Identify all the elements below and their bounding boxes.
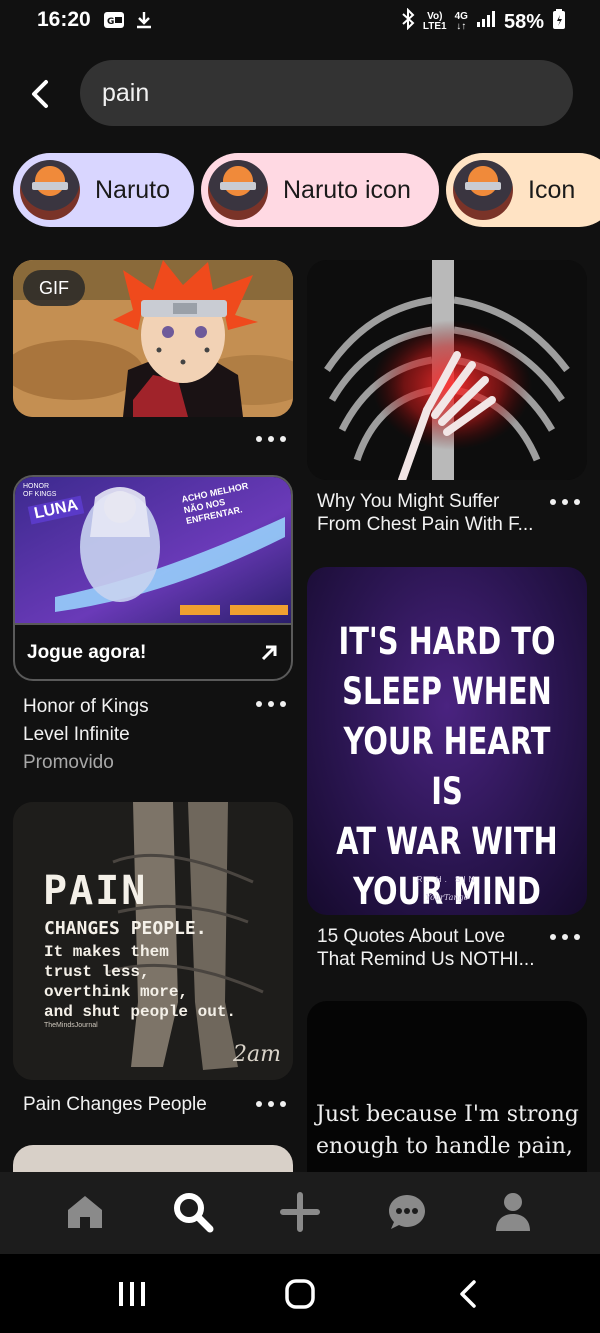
chip-thumbnail — [208, 160, 268, 220]
quote-title: 15 Quotes About Love That Remind Us NOTH… — [317, 926, 535, 970]
nav-search[interactable] — [169, 1188, 217, 1236]
volte-indicator: Vo) LTE1 — [422, 11, 447, 32]
home-button[interactable] — [278, 1272, 322, 1316]
quote-author: R. H. SIN — [416, 875, 478, 884]
signal-icon — [476, 10, 496, 34]
recent-apps-icon — [119, 1282, 145, 1306]
chat-bubble-icon — [389, 1195, 425, 1229]
nav-home[interactable] — [61, 1188, 109, 1236]
pin-pain-changes-people[interactable]: PAIN CHANGES PEOPLE. It makes them trust… — [13, 802, 293, 1080]
pain-body: It makes them trust less, overthink more… — [44, 943, 237, 1021]
pain-heading: PAIN — [43, 868, 148, 914]
more-options-icon[interactable] — [256, 1099, 286, 1109]
chip-label: Naruto icon — [283, 175, 411, 204]
status-time: 16:20 — [37, 8, 91, 31]
status-bar: 16:20 G Vo) LTE1 4G ↓↑ 58% — [0, 0, 600, 44]
ad-advertiser[interactable]: Level Infinite — [23, 723, 130, 746]
pin-image — [307, 260, 587, 480]
battery-percentage: 58% — [503, 10, 544, 33]
chip-naruto-icon[interactable]: Naruto icon — [201, 153, 439, 227]
pin-gif-naruto[interactable]: GIF — [13, 260, 293, 417]
quote-text: IT'S HARD TO SLEEP WHEN YOUR HEART IS AT… — [336, 620, 558, 913]
ad-cta-label: Jogue agora! — [27, 642, 147, 663]
home-icon — [68, 1196, 102, 1228]
status-left-icons: G — [103, 10, 153, 35]
nav-profile[interactable] — [489, 1188, 537, 1236]
pain-title: Pain Changes People — [23, 1094, 207, 1115]
chip-thumbnail — [453, 160, 513, 220]
more-options-icon[interactable] — [550, 497, 580, 507]
external-link-icon — [261, 645, 277, 661]
home-circle-icon — [285, 1279, 315, 1309]
pain-signature: 2am — [233, 1042, 281, 1067]
nav-messages[interactable] — [383, 1188, 431, 1236]
system-back-button[interactable] — [446, 1272, 490, 1316]
chip-label: Naruto — [95, 175, 171, 204]
pain-credit: TheMindsJournal — [44, 1022, 98, 1029]
chip-label: Icon — [528, 175, 576, 204]
nav-create[interactable] — [276, 1188, 324, 1236]
xray-title: Why You Might Suffer From Chest Pain Wit… — [317, 491, 534, 535]
ad-title: Honor of Kings — [23, 696, 149, 717]
search-input[interactable]: pain — [80, 60, 573, 126]
plus-icon — [280, 1192, 320, 1232]
chip-icon[interactable]: Icon — [446, 153, 600, 227]
profile-icon — [496, 1193, 530, 1231]
notification-icon: G — [103, 11, 125, 34]
status-right: Vo) LTE1 4G ↓↑ 58% — [401, 7, 566, 36]
chip-naruto[interactable]: Naruto — [13, 153, 194, 227]
bluetooth-icon — [401, 7, 415, 36]
battery-icon — [552, 8, 566, 36]
ad-brand-logo: HONOR OF KINGS — [23, 483, 57, 498]
pin-ad-honor-of-kings[interactable]: HONOR OF KINGS LUNA ACHO MELHOR NÃO NOS … — [13, 475, 293, 681]
download-icon — [135, 10, 153, 35]
chevron-left-icon — [32, 80, 48, 108]
more-options-icon[interactable] — [256, 434, 286, 444]
back-button[interactable] — [22, 74, 58, 114]
pain-subheading: CHANGES PEOPLE. — [44, 918, 207, 939]
svg-text:G: G — [107, 17, 114, 27]
gif-badge: GIF — [23, 270, 85, 306]
pin-image — [13, 802, 293, 1080]
search-icon — [174, 1193, 214, 1233]
quote-watermark: YourTango — [425, 893, 469, 902]
back-arrow-icon — [460, 1280, 476, 1308]
more-options-icon[interactable] — [256, 699, 286, 709]
pin-chest-xray[interactable] — [307, 260, 587, 480]
pin-strong-quote[interactable]: Just because I'm strong enough to handle… — [307, 1001, 587, 1201]
more-options-icon[interactable] — [550, 932, 580, 942]
ad-sponsored-label: Promovido — [23, 752, 114, 773]
chip-thumbnail — [20, 160, 80, 220]
network-type: 4G ↓↑ — [454, 11, 468, 32]
recent-apps-button[interactable] — [110, 1272, 154, 1316]
ad-cta-button[interactable]: Jogue agora! — [15, 623, 291, 679]
system-nav-bar — [0, 1254, 600, 1333]
pin-quote-heart-war[interactable]: IT'S HARD TO SLEEP WHEN YOUR HEART IS AT… — [307, 567, 587, 915]
strong-quote-text: Just because I'm strong enough to handle… — [316, 1102, 579, 1159]
bottom-nav — [0, 1172, 600, 1254]
search-query: pain — [102, 79, 150, 107]
